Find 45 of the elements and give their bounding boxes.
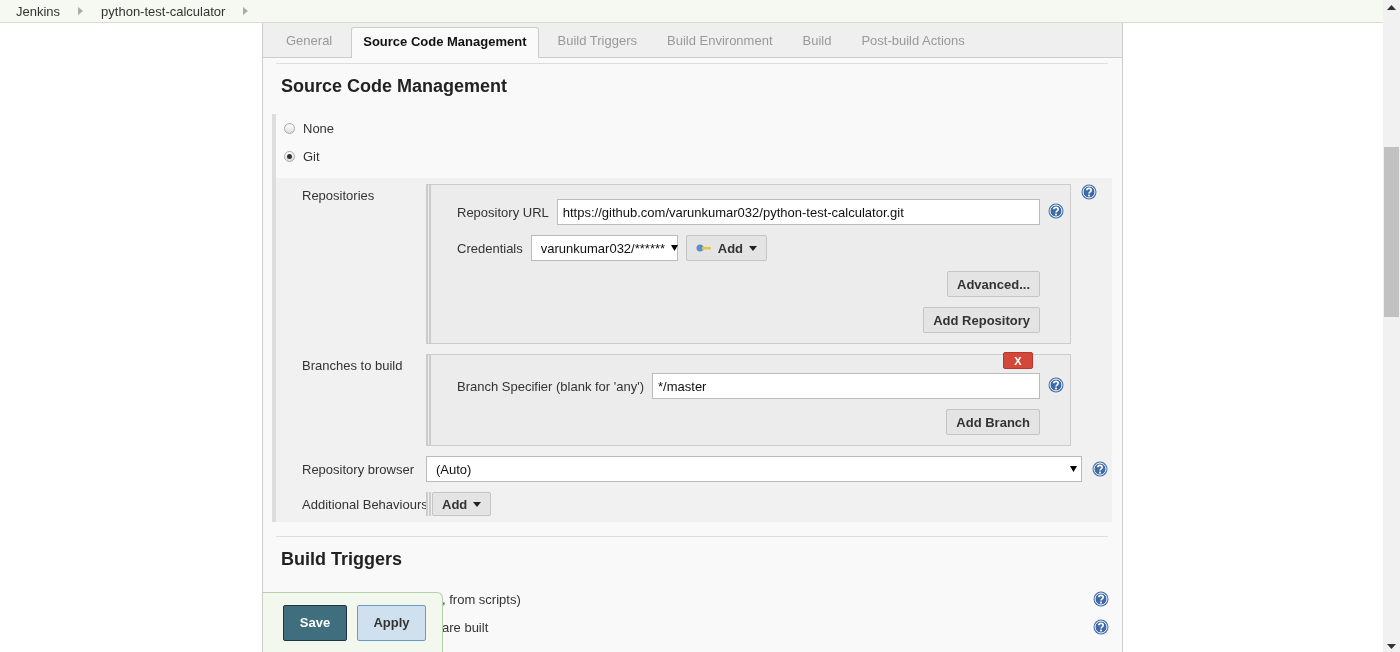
scroll-up-icon[interactable] xyxy=(1387,5,1396,10)
scrollbar[interactable] xyxy=(1383,0,1400,652)
config-tab[interactable]: Source Code Management xyxy=(351,27,539,58)
add-behaviour-button[interactable]: Add xyxy=(432,492,492,516)
dropdown-arrow-icon xyxy=(1070,466,1077,472)
field-label: Branch Specifier (blank for 'any') xyxy=(457,378,645,394)
field-label: Repository browser xyxy=(302,461,415,477)
scroll-down-icon[interactable] xyxy=(1387,644,1396,649)
radio-label[interactable]: None xyxy=(303,120,335,136)
help-icon[interactable] xyxy=(1093,591,1109,607)
delete-button[interactable]: X xyxy=(1003,352,1033,369)
breadcrumb-link[interactable]: Jenkins xyxy=(16,3,61,19)
add-repository-button[interactable]: Add Repository xyxy=(923,307,1040,333)
key-icon xyxy=(695,244,712,252)
credentials-dropdown[interactable]: varunkumar032/****** xyxy=(530,235,678,261)
checkbox-label[interactable]: , from scripts) xyxy=(442,591,521,607)
breadcrumb-link[interactable]: python-test-calculator xyxy=(101,3,226,19)
repository-browser-dropdown[interactable]: (Auto) xyxy=(426,456,1082,482)
apply-button[interactable]: Apply xyxy=(357,604,426,641)
help-icon[interactable] xyxy=(1048,203,1064,219)
field-label: Repository URL xyxy=(457,204,549,220)
checkbox-label[interactable]: are built xyxy=(442,619,489,635)
save-button[interactable]: Save xyxy=(283,604,347,641)
field-label: Additional Behaviours xyxy=(302,496,426,512)
section-heading: Build Triggers xyxy=(280,548,404,571)
radio-button[interactable] xyxy=(284,122,295,134)
field-label: Branches to build xyxy=(302,357,404,373)
caret-icon xyxy=(749,245,758,251)
radio-label[interactable]: Git xyxy=(303,148,320,164)
section-heading: Source Code Management xyxy=(280,75,509,98)
help-icon[interactable] xyxy=(1048,377,1064,393)
add-credentials-button[interactable]: Add xyxy=(685,235,768,261)
field-label: Repositories xyxy=(302,187,376,203)
scrollbar-thumb[interactable] xyxy=(1384,147,1399,317)
caret-icon xyxy=(473,501,482,507)
dropdown-arrow-icon xyxy=(671,245,679,251)
radio-button[interactable] xyxy=(284,150,295,162)
advanced-button[interactable]: Advanced... xyxy=(947,271,1040,297)
repository-url-field[interactable]: https://github.com/varunkumar032/python-test-calculator.git xyxy=(556,199,1040,225)
field-label: Credentials xyxy=(457,240,523,256)
help-icon[interactable] xyxy=(1093,619,1109,635)
help-icon[interactable] xyxy=(1081,184,1097,200)
help-icon[interactable] xyxy=(1092,461,1108,477)
add-branch-button[interactable]: Add Branch xyxy=(946,409,1040,435)
branch-specifier-field[interactable]: */master xyxy=(652,373,1040,399)
